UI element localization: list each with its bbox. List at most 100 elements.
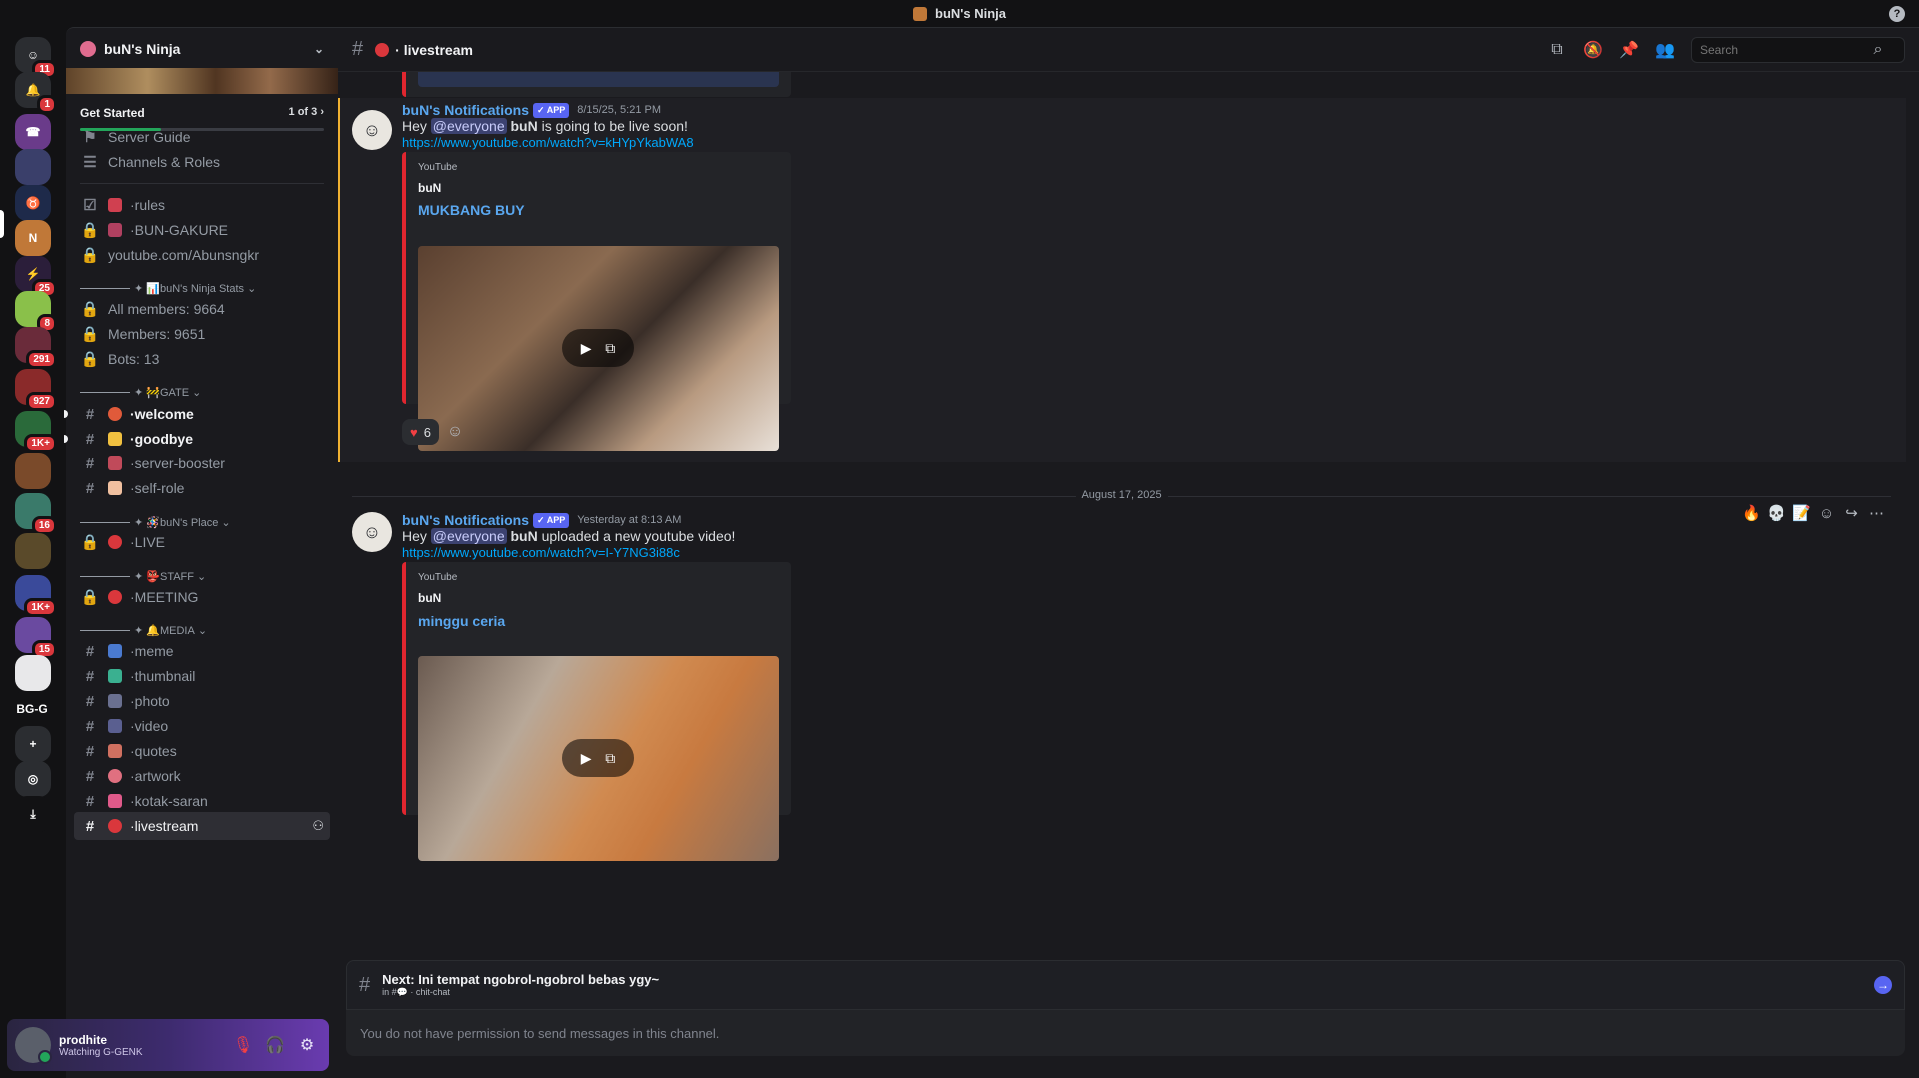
pin-icon[interactable]: 📌	[1611, 40, 1647, 60]
next-channel-bar[interactable]: # Next: Ini tempat ngobrol-ngobrol bebas…	[346, 960, 1905, 1010]
channel-kotak-saran[interactable]: # · kotak-saran	[74, 787, 330, 815]
message-link[interactable]: https://www.youtube.com/watch?v=I-Y7NG3i…	[402, 545, 680, 560]
server-icon-server-14[interactable]: 15	[15, 617, 57, 659]
video-controls[interactable]: ▶ ⧉	[562, 739, 634, 777]
channels-roles[interactable]: ☰ Channels & Roles	[74, 148, 330, 176]
channel-label: kotak-saran	[134, 793, 208, 809]
hash-icon: #	[85, 479, 95, 497]
chevron-down-icon[interactable]: ⌄	[314, 42, 324, 56]
channel-thumbnail[interactable]: # · thumbnail	[74, 662, 330, 690]
channel-server-booster[interactable]: # · server-booster	[74, 449, 330, 477]
channel-members[interactable]: 🔒 Members: 9651	[74, 320, 330, 348]
channel-video[interactable]: # · video	[74, 712, 330, 740]
message-author[interactable]: buN's Notifications	[402, 102, 529, 118]
server-icon-server-8[interactable]: 927	[15, 369, 57, 411]
open-external-icon[interactable]: ⧉	[605, 750, 615, 767]
channel-bots[interactable]: 🔒 Bots: 13	[74, 345, 330, 373]
category-stats[interactable]: ✦ 📊 buN's Ninja Stats ⌄	[80, 282, 256, 295]
channel-photo[interactable]: # · photo	[74, 687, 330, 715]
category-gate[interactable]: ✦ 🚧 GATE ⌄	[80, 386, 201, 399]
search-input[interactable]	[1700, 42, 1860, 57]
skull-reaction-icon[interactable]: 💀	[1764, 504, 1789, 522]
memo-reaction-icon[interactable]: 📝	[1789, 504, 1814, 522]
server-icon-server-5[interactable]: ⚡ 25	[15, 256, 57, 298]
avatar[interactable]	[15, 1027, 52, 1064]
video-controls[interactable]: ▶ ⧉	[562, 329, 634, 367]
play-icon[interactable]: ▶	[581, 750, 592, 767]
server-icon-server-2[interactable]	[15, 149, 51, 185]
download-icon[interactable]: ⤓	[15, 796, 51, 832]
server-icon-server-12[interactable]	[15, 533, 51, 569]
message-link[interactable]: https://www.youtube.com/watch?v=kHYpYkab…	[402, 135, 694, 150]
heart-icon: ♥	[410, 424, 418, 440]
reaction-heart[interactable]: ♥ 6	[402, 419, 439, 445]
server-icon-server-buns-ninja[interactable]: N	[15, 220, 51, 256]
server-icon-server-10[interactable]	[15, 453, 51, 489]
search-box[interactable]: ⌕	[1691, 36, 1905, 63]
server-icon-server-13[interactable]: 1K+	[15, 575, 57, 617]
forward-icon[interactable]: ↪	[1839, 504, 1864, 522]
server-icon-server-6[interactable]: 8	[15, 291, 57, 333]
bot-avatar[interactable]: ☺	[352, 110, 392, 150]
date-divider-label: August 17, 2025	[1075, 489, 1168, 501]
server-icon-server-bgg[interactable]: BG-G	[12, 691, 52, 727]
notification-muted-icon[interactable]: 🔕	[1575, 40, 1611, 60]
message-author[interactable]: buN's Notifications	[402, 512, 529, 528]
server-icon-server-7[interactable]: 291	[15, 327, 57, 369]
clapper-emoji-icon	[108, 719, 122, 733]
category-media[interactable]: ✦ 🔔 MEDIA ⌄	[80, 624, 207, 637]
server-icon-dms[interactable]: ☺ 11	[15, 37, 57, 79]
channel-youtube[interactable]: 🔒 youtube.com/Abunsngkr	[74, 241, 330, 269]
fire-reaction-icon[interactable]: 🔥	[1739, 504, 1764, 522]
channel-meme[interactable]: # · meme	[74, 637, 330, 665]
channel-title: livestream	[403, 41, 473, 58]
mention[interactable]: @everyone	[430, 118, 507, 134]
help-icon[interactable]: ?	[1889, 6, 1905, 22]
server-guide[interactable]: ⚑ Server Guide	[74, 123, 330, 151]
channel-livestream[interactable]: # · livestream ⚇	[74, 812, 330, 840]
server-icon-server-1[interactable]: ☎	[15, 114, 51, 150]
embed-title[interactable]: minggu ceria	[418, 613, 505, 629]
next-channel-name[interactable]: chit-chat	[416, 987, 450, 997]
add-reaction-icon[interactable]: ☺	[1814, 505, 1839, 522]
add-reaction-icon[interactable]: ☺	[442, 419, 468, 445]
video-thumbnail[interactable]: ▶ ⧉	[418, 246, 779, 451]
member-list-icon[interactable]: 👥	[1647, 40, 1683, 60]
add-member-icon[interactable]: ⚇	[312, 818, 324, 834]
channel-bungakure[interactable]: 🔒 · BUN-GAKURE	[74, 216, 330, 244]
embed-author[interactable]: buN	[418, 591, 441, 605]
open-external-icon[interactable]: ⧉	[605, 340, 615, 357]
gear-icon[interactable]: ⚙	[293, 1031, 321, 1059]
server-icon-server-11[interactable]: 16	[15, 493, 57, 535]
channel-artwork[interactable]: # · artwork	[74, 762, 330, 790]
server-icon-server-9[interactable]: 1K+	[15, 411, 57, 453]
compass-icon[interactable]: ◎	[15, 761, 51, 797]
video-thumbnail[interactable]: ▶ ⧉	[418, 656, 779, 861]
server-icon-server-15[interactable]	[15, 655, 51, 691]
server-icon-notifications[interactable]: 🔔 1	[15, 72, 57, 114]
headphones-icon[interactable]: 🎧	[261, 1031, 289, 1059]
channel-label: BUN-GAKURE	[134, 222, 229, 238]
channel-self-role[interactable]: # · self-role	[74, 474, 330, 502]
embed-title[interactable]: MUKBANG BUY	[418, 202, 525, 218]
embed-author[interactable]: buN	[418, 181, 441, 195]
arrow-right-icon[interactable]: →	[1874, 976, 1892, 994]
category-staff[interactable]: ✦ 👺 STAFF ⌄	[80, 570, 206, 583]
play-icon[interactable]: ▶	[581, 340, 592, 357]
more-icon[interactable]: ⋯	[1864, 504, 1889, 522]
bot-avatar[interactable]: ☺	[352, 512, 392, 552]
add-server-icon[interactable]: +	[15, 726, 51, 762]
channel-quotes[interactable]: # · quotes	[74, 737, 330, 765]
threads-icon[interactable]: ⧉	[1539, 41, 1575, 59]
message-timestamp: 8/15/25, 5:21 PM	[577, 104, 661, 116]
mic-muted-icon[interactable]: 🎙	[229, 1031, 257, 1059]
balloon-emoji-icon	[108, 407, 122, 421]
channel-all-members[interactable]: 🔒 All members: 9664	[74, 295, 330, 323]
mention[interactable]: @everyone	[430, 528, 507, 544]
channel-welcome[interactable]: # · welcome	[74, 400, 330, 428]
channel-live[interactable]: 🔒 · LIVE	[74, 528, 330, 556]
server-header[interactable]: buN's Ninja ⌄	[66, 28, 338, 70]
server-icon-server-3[interactable]: ♉	[15, 185, 51, 221]
channel-meeting[interactable]: 🔒 · MEETING	[74, 583, 330, 611]
channel-rules[interactable]: ☑ · rules	[74, 191, 330, 219]
